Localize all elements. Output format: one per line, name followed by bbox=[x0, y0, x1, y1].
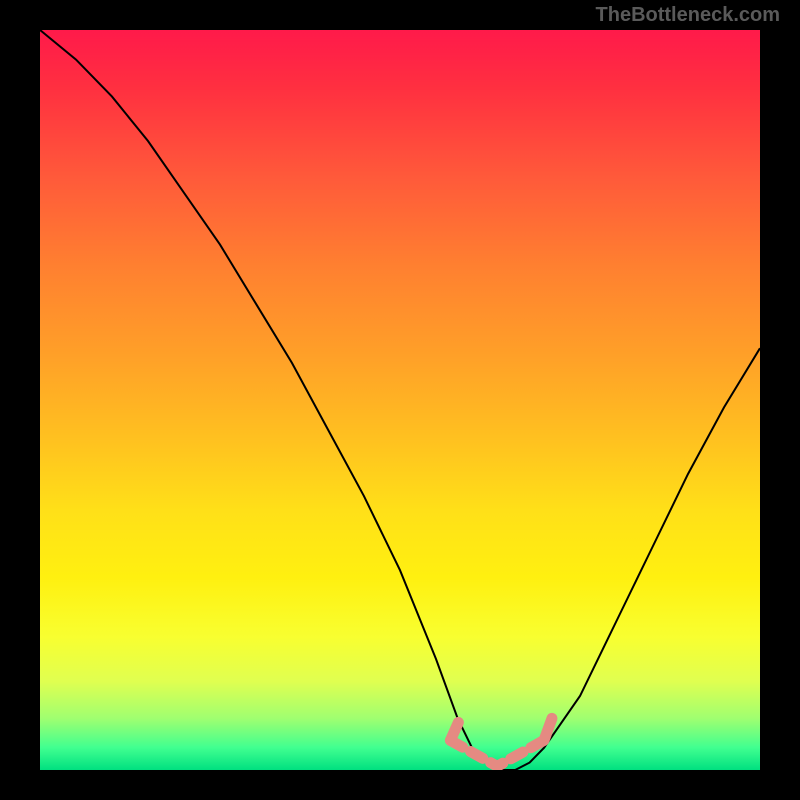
valley-side-marker bbox=[544, 718, 552, 740]
valley-side-marker bbox=[450, 722, 458, 740]
chart-svg bbox=[40, 30, 760, 770]
bottleneck-curve bbox=[40, 30, 760, 770]
chart-area bbox=[40, 30, 760, 770]
watermark-text: TheBottleneck.com bbox=[596, 4, 780, 27]
valley-markers bbox=[450, 718, 552, 766]
